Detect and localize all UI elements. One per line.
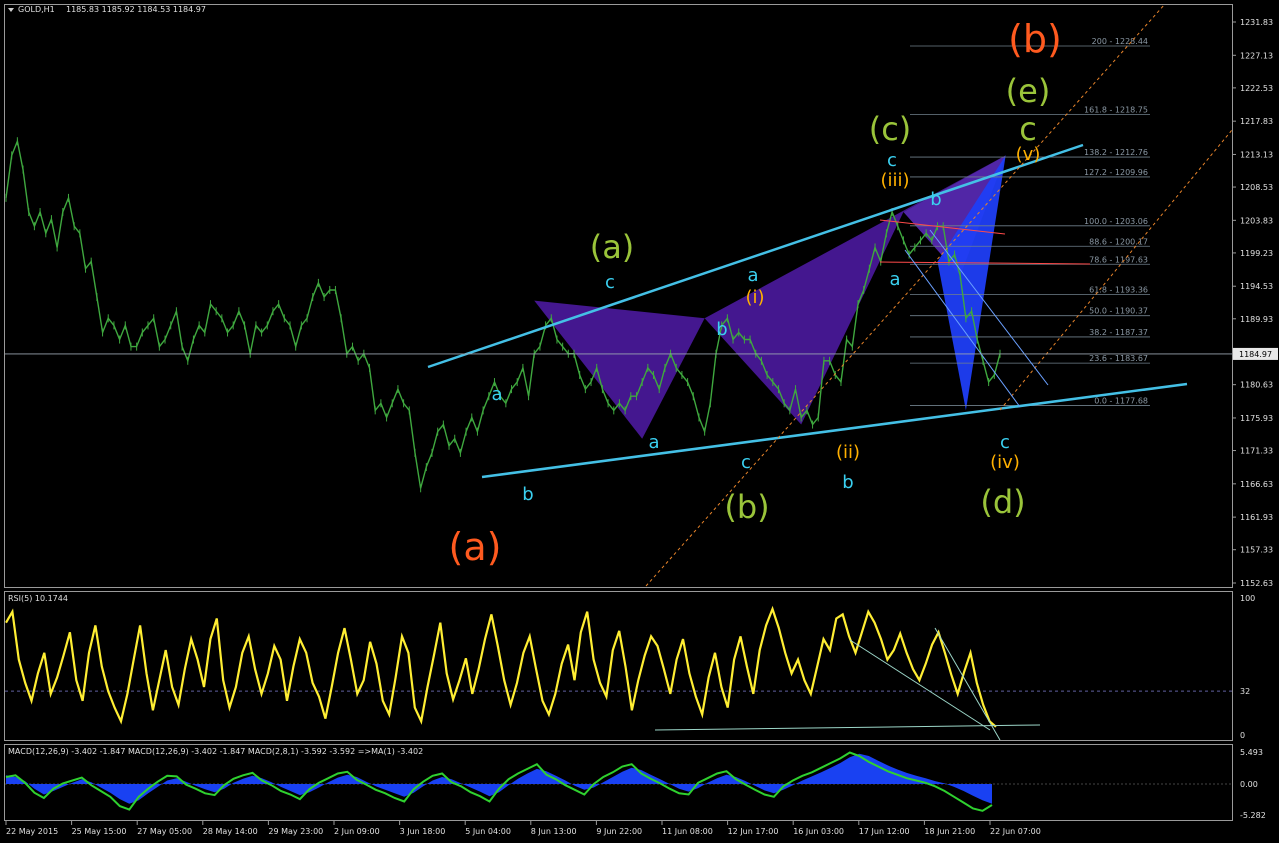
price-tick-label: 1203.83	[1240, 216, 1273, 225]
fib-level-label: 38.2 - 1187.37	[1089, 328, 1148, 337]
wave-label: (b)	[1008, 17, 1062, 61]
price-tick-label: 1217.83	[1240, 117, 1273, 126]
price-tick-label: 1222.53	[1240, 84, 1273, 93]
wave-label: a	[648, 432, 659, 453]
rsi-tick-label: 0	[1240, 731, 1245, 740]
price-tick-label: 1213.13	[1240, 150, 1273, 159]
wave-label: (v)	[1016, 144, 1041, 165]
wave-label: c	[605, 272, 615, 293]
price-tick-label: 1194.53	[1240, 282, 1273, 291]
wave-label: (c)	[869, 110, 912, 148]
fib-level-label: 127.2 - 1209.96	[1084, 168, 1148, 177]
price-tick-label: 1227.13	[1240, 51, 1273, 60]
wave-label: (ii)	[836, 442, 860, 463]
wave-label: (iv)	[990, 452, 1020, 473]
wave-label: b	[930, 189, 941, 210]
time-tick-label: 29 May 23:00	[268, 827, 323, 836]
price-tick-label: 1175.93	[1240, 414, 1273, 423]
price-tick-label: 1199.23	[1240, 249, 1273, 258]
wave-label: (e)	[1006, 72, 1051, 110]
macd-tick-label: 5.493	[1240, 748, 1263, 757]
symbol-label: GOLD,H1	[18, 5, 55, 14]
wave-label: c	[1000, 432, 1010, 453]
rsi-tick-label: 100	[1240, 594, 1255, 603]
wave-label: b	[716, 319, 727, 340]
price-tick-label: 1189.93	[1240, 315, 1273, 324]
macd-tick-label: 0.00	[1240, 780, 1258, 789]
time-tick-label: 22 Jun 07:00	[990, 827, 1041, 836]
time-tick-label: 3 Jun 18:00	[400, 827, 446, 836]
fib-level-label: 161.8 - 1218.75	[1084, 106, 1148, 115]
time-tick-label: 25 May 15:00	[72, 827, 127, 836]
price-tick-label: 1208.53	[1240, 183, 1273, 192]
wave-label: c	[887, 150, 897, 171]
time-tick-label: 27 May 05:00	[137, 827, 192, 836]
macd-title: MACD(12,26,9) -3.402 -1.847 MACD(12,26,9…	[8, 747, 423, 756]
rsi-title: RSI(5) 10.1744	[8, 594, 68, 603]
time-tick-label: 28 May 14:00	[203, 827, 258, 836]
time-tick-label: 8 Jun 13:00	[531, 827, 577, 836]
fib-level-label: 61.8 - 1193.36	[1089, 285, 1148, 294]
time-tick-label: 16 Jun 03:00	[793, 827, 844, 836]
wave-label: a	[889, 269, 900, 290]
price-tick-label: 1152.63	[1240, 579, 1273, 588]
time-tick-label: 22 May 2015	[6, 827, 58, 836]
rsi-tick-label: 32	[1240, 687, 1250, 696]
time-tick-label: 2 Jun 09:00	[334, 827, 380, 836]
wave-label: (a)	[449, 525, 502, 569]
fib-level-label: 0.0 - 1177.68	[1094, 397, 1148, 406]
time-tick-label: 17 Jun 12:00	[859, 827, 910, 836]
chart-canvas: GOLD,H1 1185.83 1185.92 1184.53 1184.97 …	[0, 0, 1279, 839]
time-tick-label: 5 Jun 04:00	[465, 827, 511, 836]
chart-root: GOLD,H1 1185.83 1185.92 1184.53 1184.97 …	[0, 0, 1279, 839]
time-tick-label: 12 Jun 17:00	[728, 827, 779, 836]
wave-label: (d)	[980, 483, 1025, 521]
fib-level-label: 200 - 1228.44	[1092, 37, 1148, 46]
wave-label: b	[522, 484, 533, 505]
current-price-label: 1184.97	[1239, 350, 1272, 359]
time-tick-label: 9 Jun 22:00	[596, 827, 642, 836]
macd-tick-label: -5.282	[1240, 811, 1266, 820]
wave-label: a	[491, 384, 502, 405]
ohlc-label: 1185.83 1185.92 1184.53 1184.97	[66, 5, 206, 14]
wave-label: (b)	[724, 488, 769, 526]
fib-level-label: 78.6 - 1197.63	[1089, 255, 1148, 264]
fib-level-label: 23.6 - 1183.67	[1089, 354, 1148, 363]
price-tick-label: 1231.83	[1240, 18, 1273, 27]
wave-label: (i)	[745, 287, 764, 308]
price-tick-label: 1157.33	[1240, 546, 1273, 555]
wave-label: c	[1019, 110, 1037, 148]
wave-label: (a)	[590, 228, 635, 266]
price-tick-label: 1166.63	[1240, 480, 1273, 489]
wave-label: a	[747, 265, 758, 286]
wave-label: c	[741, 452, 751, 473]
time-tick-label: 18 Jun 21:00	[924, 827, 975, 836]
price-tick-label: 1171.33	[1240, 447, 1273, 456]
fib-level-label: 50.0 - 1190.37	[1089, 307, 1148, 316]
fib-level-label: 138.2 - 1212.76	[1084, 148, 1148, 157]
time-tick-label: 11 Jun 08:00	[662, 827, 713, 836]
wave-label: (iii)	[880, 170, 909, 191]
fib-level-label: 100.0 - 1203.06	[1084, 217, 1148, 226]
price-tick-label: 1161.93	[1240, 513, 1273, 522]
price-tick-label: 1180.63	[1240, 381, 1273, 390]
wave-label: b	[842, 472, 853, 493]
